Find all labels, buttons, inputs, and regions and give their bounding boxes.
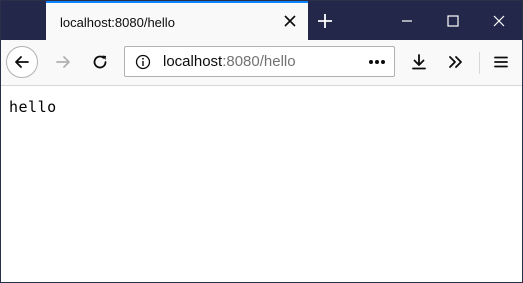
page-actions-button[interactable] [366,52,388,72]
reload-icon [93,55,107,69]
url-bar[interactable]: localhost:8080/hello [124,46,395,77]
close-icon [493,15,505,26]
url-host: localhost [163,53,223,70]
back-button[interactable] [6,46,38,78]
maximize-icon [447,14,459,27]
arrow-right-icon [56,56,70,68]
downloads-button[interactable] [404,47,434,77]
page-content: hello [1,86,522,282]
minimize-button[interactable] [384,1,430,40]
chevron-double-right-icon [449,56,462,68]
toolbar-separator [479,52,480,74]
tab-active[interactable]: localhost:8080/hello [46,1,308,40]
overflow-menu-button[interactable] [441,47,471,77]
title-bar: localhost:8080/hello [1,1,522,40]
navigation-toolbar: localhost:8080/hello [1,40,522,86]
download-icon [412,54,426,70]
maximize-button[interactable] [430,1,476,40]
new-tab-button[interactable] [311,7,339,35]
browser-window: localhost:8080/hello localhost:8080/hell… [0,0,523,283]
hamburger-icon [494,56,508,68]
main-menu-button[interactable] [486,47,516,77]
arrow-left-icon [15,56,29,68]
tab-title: localhost:8080/hello [60,15,175,30]
url-text[interactable]: localhost:8080/hello [163,54,296,70]
plus-icon [318,14,332,28]
ellipsis-icon [369,60,385,64]
url-path: :8080/hello [222,53,296,70]
minimize-icon [402,19,412,22]
close-window-button[interactable] [476,1,522,40]
info-icon[interactable] [135,54,151,70]
forward-button[interactable] [48,47,78,77]
page-body-text: hello [9,98,57,116]
reload-button[interactable] [85,47,115,77]
tab-close-button[interactable] [280,11,300,31]
close-icon [284,15,296,27]
